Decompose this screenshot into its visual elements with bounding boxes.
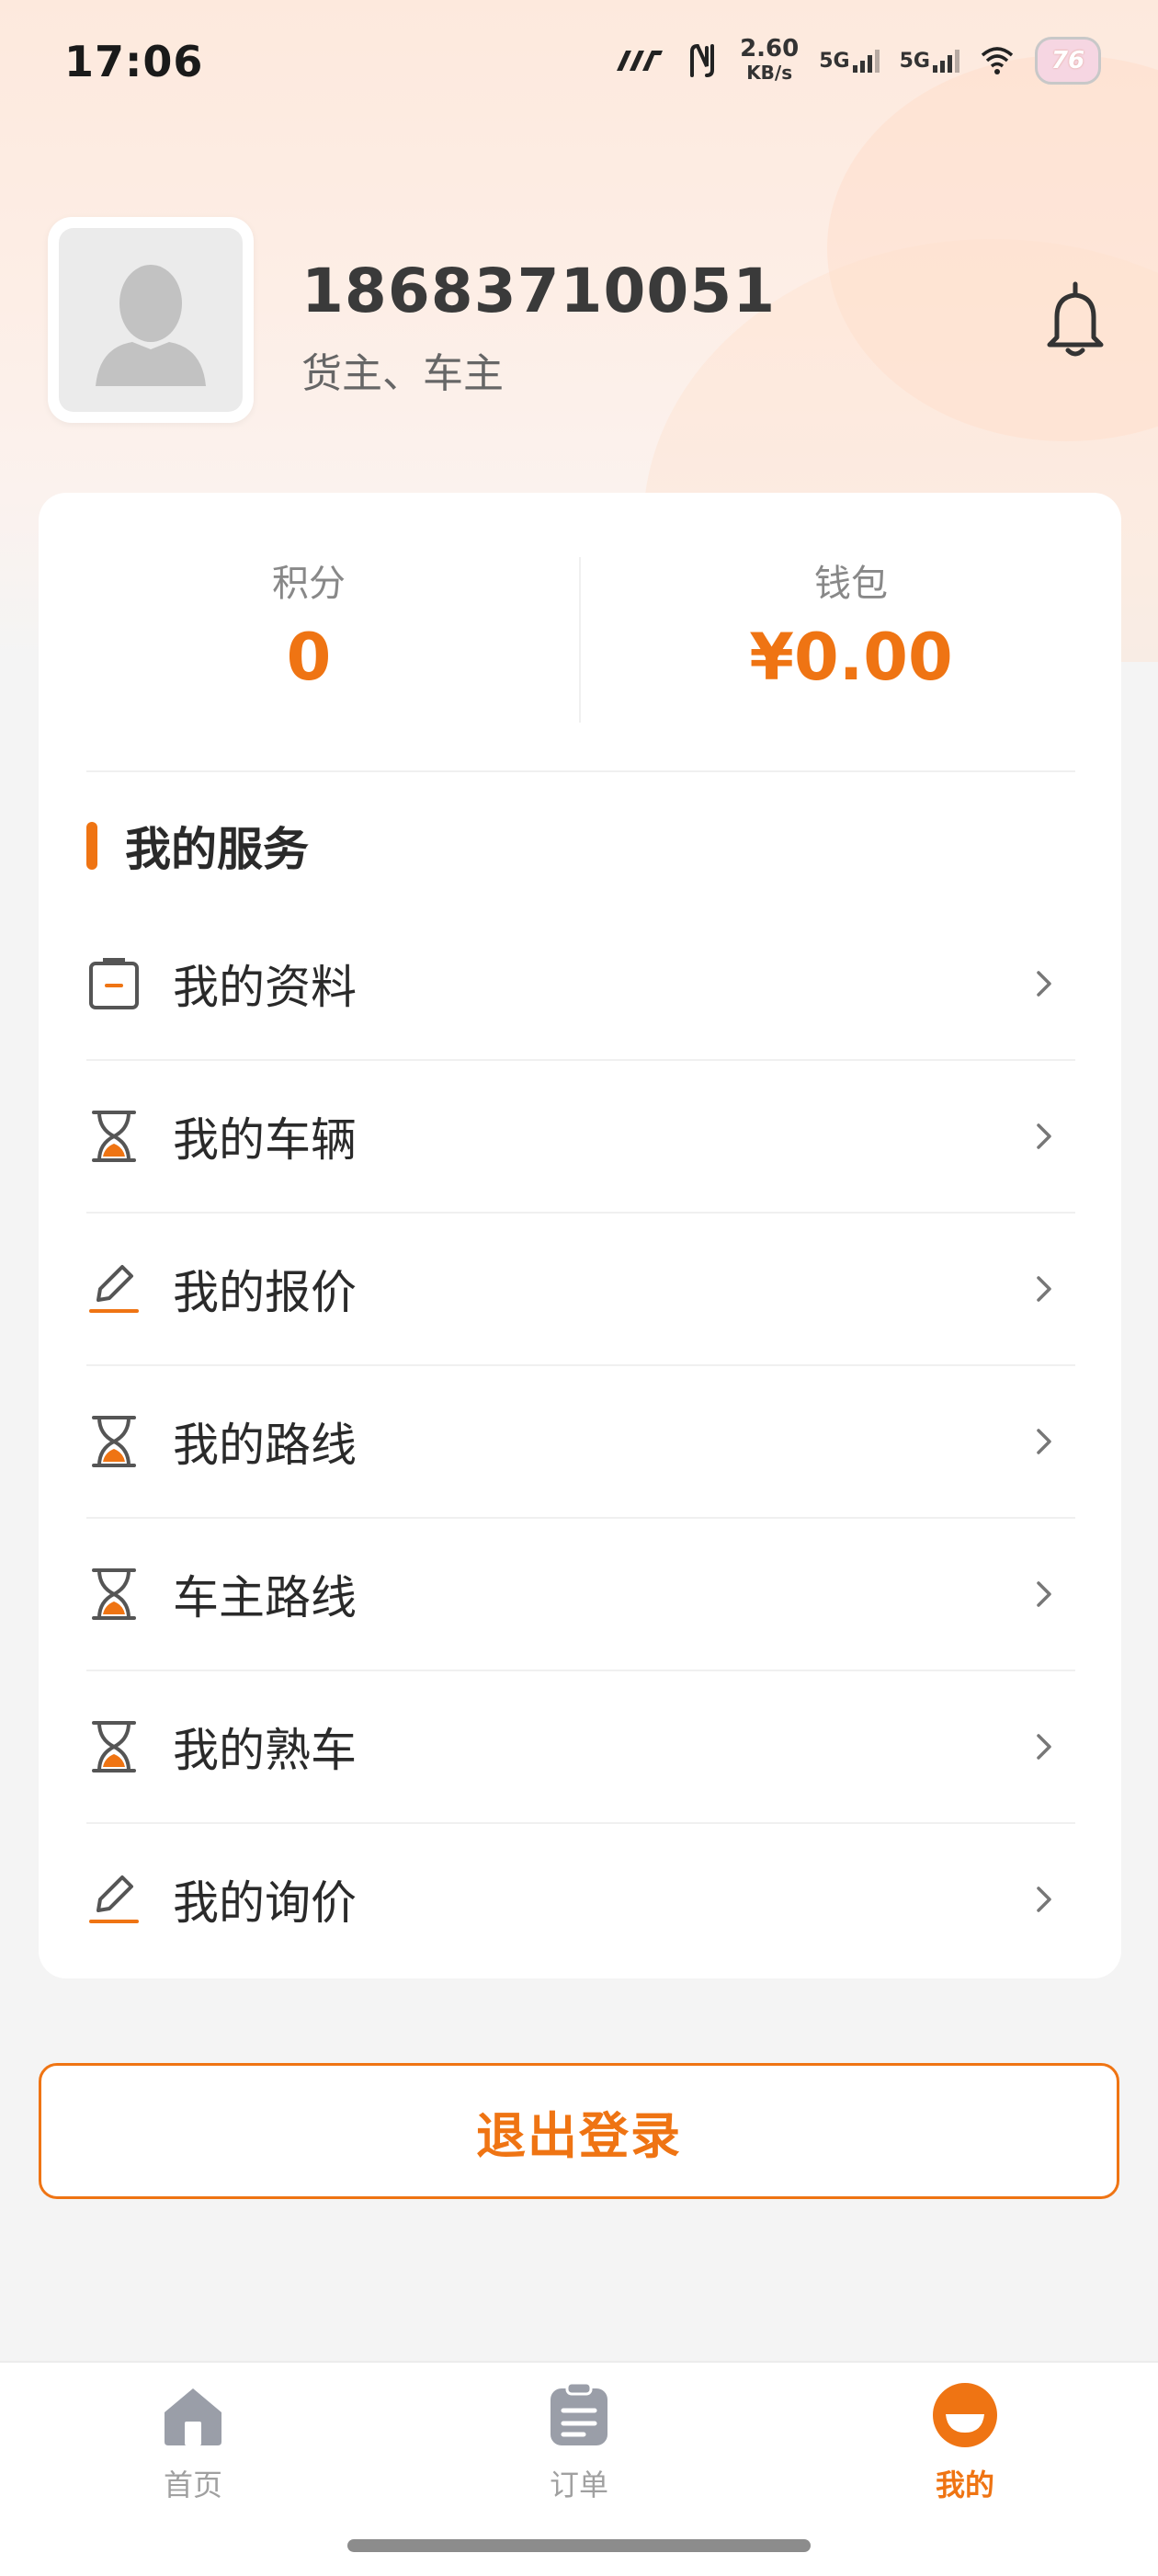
- logout-button[interactable]: 退出登录: [39, 2063, 1119, 2199]
- hourglass-icon: [92, 1416, 136, 1467]
- nfc-icon: [690, 43, 715, 77]
- edit-pen-icon: [89, 1875, 139, 1923]
- points-label: 积分: [272, 563, 346, 605]
- chevron-right-icon: [1037, 1276, 1051, 1302]
- service-item-my-profile[interactable]: 我的资料: [86, 908, 1075, 1061]
- order-list-icon: [551, 2381, 607, 2445]
- services-list: 我的资料 我的车辆 我的报价 我的路线 车主路线 我的熟车 我的询价: [86, 908, 1075, 1975]
- service-item-my-vehicles[interactable]: 我的车辆: [86, 1061, 1075, 1214]
- chevron-right-icon: [1037, 1734, 1051, 1760]
- wifi-icon: [981, 47, 1014, 74]
- chevron-right-icon: [1037, 1886, 1051, 1912]
- account-card: 积分 0 钱包 ¥0.00 我的服务 我的资料 我的车辆 我的报价 我的路线 车…: [39, 493, 1121, 1978]
- tab-label: 首页: [163, 2468, 222, 2502]
- profile-face-icon: [933, 2383, 997, 2447]
- service-label: 我的资料: [173, 961, 357, 1014]
- home-icon: [165, 2388, 221, 2445]
- signal-sim1: 5G: [819, 49, 880, 73]
- chevron-right-icon: [1037, 971, 1051, 997]
- status-icons: 2.60 KB/s 5G 5G 76: [613, 33, 1101, 88]
- chevron-right-icon: [1037, 1123, 1051, 1149]
- service-item-owner-routes[interactable]: 车主路线: [86, 1519, 1075, 1671]
- tab-mine[interactable]: 我的: [873, 2381, 1057, 2504]
- signal-sim2: 5G: [900, 49, 959, 73]
- status-time: 17:06: [64, 37, 204, 86]
- services-header: 我的服务: [86, 813, 309, 879]
- clipboard-icon: [89, 958, 139, 1009]
- edit-pen-icon: [89, 1265, 139, 1313]
- signal-bars-icon: [933, 49, 959, 73]
- points-value: 0: [286, 620, 332, 695]
- avatar[interactable]: [48, 217, 254, 423]
- person-silhouette-icon: [96, 265, 206, 386]
- hourglass-icon: [92, 1568, 136, 1620]
- service-label: 我的路线: [173, 1419, 357, 1472]
- services-title: 我的服务: [125, 823, 309, 876]
- service-item-familiar-vehicles[interactable]: 我的熟车: [86, 1671, 1075, 1824]
- signal-bars-icon: [852, 49, 880, 73]
- service-item-my-quotes[interactable]: 我的报价: [86, 1214, 1075, 1366]
- service-item-my-routes[interactable]: 我的路线: [86, 1366, 1075, 1519]
- battery-indicator: 76: [1035, 37, 1101, 85]
- divider: [86, 770, 1075, 772]
- service-label: 我的车辆: [173, 1113, 357, 1167]
- points-stat[interactable]: 积分 0: [39, 553, 579, 695]
- user-roles: 货主、车主: [301, 350, 504, 397]
- app-logo-icon: [617, 51, 664, 71]
- chevron-right-icon: [1037, 1429, 1051, 1454]
- wallet-label: 钱包: [814, 563, 888, 605]
- service-label: 车主路线: [173, 1571, 357, 1624]
- tab-label: 我的: [935, 2468, 994, 2502]
- service-item-my-inquiries[interactable]: 我的询价: [86, 1824, 1075, 1975]
- hourglass-icon: [92, 1721, 136, 1772]
- tab-label: 订单: [549, 2468, 608, 2502]
- service-label: 我的报价: [173, 1266, 357, 1319]
- section-accent-bar: [86, 822, 97, 870]
- service-label: 我的熟车: [173, 1724, 357, 1777]
- hourglass-icon: [92, 1111, 136, 1162]
- tab-home[interactable]: 首页: [101, 2381, 285, 2504]
- network-speed: 2.60 KB/s: [740, 35, 800, 84]
- wallet-stat[interactable]: 钱包 ¥0.00: [581, 553, 1121, 695]
- bell-icon[interactable]: [1037, 280, 1114, 361]
- user-phone: 18683710051: [301, 256, 777, 326]
- service-label: 我的询价: [173, 1876, 357, 1930]
- status-bar: 17:06 2.60 KB/s 5G 5G 76: [0, 0, 1158, 120]
- home-indicator[interactable]: [347, 2539, 811, 2552]
- tab-orders[interactable]: 订单: [487, 2381, 671, 2504]
- chevron-right-icon: [1037, 1581, 1051, 1607]
- wallet-value: ¥0.00: [749, 620, 953, 695]
